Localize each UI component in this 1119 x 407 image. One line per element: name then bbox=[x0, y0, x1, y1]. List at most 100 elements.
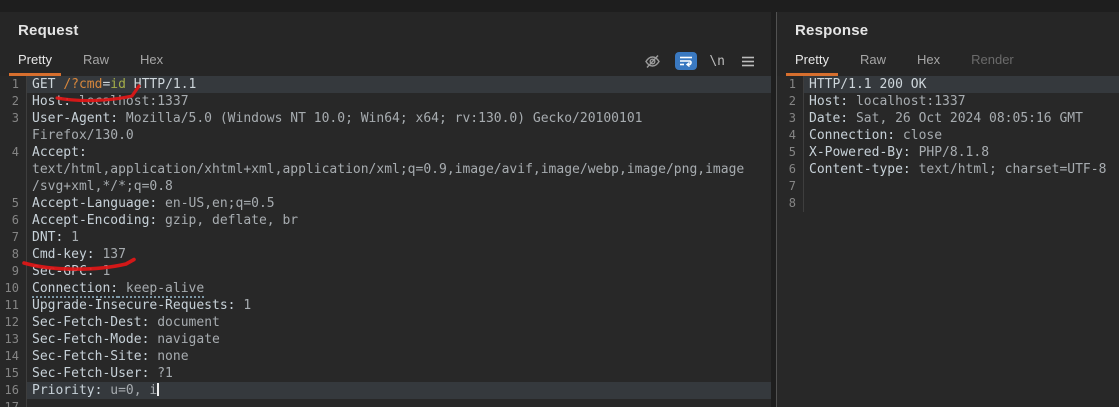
code-line: 7 bbox=[777, 178, 1119, 195]
code-line: 15 Sec-Fetch-User: ?1 bbox=[0, 365, 771, 382]
word-wrap-icon[interactable] bbox=[675, 52, 698, 70]
code-line: 2 Host: localhost:1337 bbox=[777, 93, 1119, 110]
line-content: Connection: close bbox=[809, 128, 943, 143]
code-line: text/html,application/xhtml+xml,applicat… bbox=[0, 161, 771, 178]
line-number: 14 bbox=[0, 348, 27, 365]
code-line: 17 bbox=[0, 399, 771, 407]
line-content bbox=[804, 195, 1119, 212]
line-number: 2 bbox=[777, 93, 804, 110]
code-line: 7 DNT: 1 bbox=[0, 229, 771, 246]
line-number bbox=[0, 178, 27, 195]
line-number: 12 bbox=[0, 314, 27, 331]
line-number: 9 bbox=[0, 263, 27, 280]
code-line: 5 X-Powered-By: PHP/8.1.8 bbox=[777, 144, 1119, 161]
code-line: 9 Sec-GPC: 1 bbox=[0, 263, 771, 280]
code-line: 12 Sec-Fetch-Dest: document bbox=[0, 314, 771, 331]
code-line: 2 Host: localhost:1337 bbox=[0, 93, 771, 110]
code-line: 14 Sec-Fetch-Site: none bbox=[0, 348, 771, 365]
tab-raw[interactable]: Raw bbox=[74, 48, 118, 76]
line-content: Priority: u=0, i bbox=[27, 382, 771, 399]
line-content: X-Powered-By: PHP/8.1.8 bbox=[809, 145, 990, 160]
line-number: 13 bbox=[0, 331, 27, 348]
line-content bbox=[804, 178, 1119, 195]
line-content: Sec-GPC: 1 bbox=[32, 264, 111, 279]
line-content: Host: localhost:1337 bbox=[809, 94, 966, 109]
request-header: Request Pretty Raw Hex \n bbox=[0, 12, 771, 76]
tab-hex[interactable]: Hex bbox=[131, 48, 172, 76]
line-content: Sec-Fetch-User: ?1 bbox=[32, 366, 173, 381]
code-line: 10 Connection: keep-alive bbox=[0, 280, 771, 298]
line-content: Accept-Encoding: gzip, deflate, br bbox=[32, 213, 299, 228]
line-number bbox=[0, 161, 27, 178]
code-line: 8 bbox=[777, 195, 1119, 212]
response-editor[interactable]: 1 HTTP/1.1 200 OK 2 Host: localhost:1337 3 Da… bbox=[777, 76, 1119, 407]
line-number: 17 bbox=[0, 399, 27, 407]
line-content bbox=[27, 399, 771, 407]
line-number: 7 bbox=[777, 178, 804, 195]
response-header: Response Pretty Raw Hex Render bbox=[777, 12, 1119, 76]
line-content: GET /?cmd=id HTTP/1.1 bbox=[27, 76, 771, 93]
line-content: Accept: bbox=[32, 145, 87, 160]
line-number: 8 bbox=[777, 195, 804, 212]
line-number: 8 bbox=[0, 246, 27, 263]
message-editor-split: Request Pretty Raw Hex \n 1 GET /?cmd=id… bbox=[0, 12, 1119, 407]
request-editor[interactable]: 1 GET /?cmd=id HTTP/1.1 2 Host: localhost:1… bbox=[0, 76, 771, 407]
code-line: 1 HTTP/1.1 200 OK bbox=[777, 76, 1119, 93]
response-title: Response bbox=[795, 22, 869, 39]
line-content: Content-type: text/html; charset=UTF-8 bbox=[809, 162, 1107, 177]
line-number: 11 bbox=[0, 297, 27, 314]
code-line: 6 Accept-Encoding: gzip, deflate, br bbox=[0, 212, 771, 229]
tab-pretty[interactable]: Pretty bbox=[9, 48, 61, 76]
line-number: 6 bbox=[0, 212, 27, 229]
code-line: 8 Cmd-key: 137 bbox=[0, 246, 771, 263]
newline-icon[interactable]: \n bbox=[709, 54, 725, 69]
line-content: text/html,application/xhtml+xml,applicat… bbox=[32, 162, 745, 177]
code-line: /svg+xml,*/*;q=0.8 bbox=[0, 178, 771, 195]
line-number: 3 bbox=[0, 110, 27, 127]
code-line: 3 User-Agent: Mozilla/5.0 (Windows NT 10.… bbox=[0, 110, 771, 127]
code-line: 5 Accept-Language: en-US,en;q=0.5 bbox=[0, 195, 771, 212]
line-number: 5 bbox=[777, 144, 804, 161]
code-line: 11 Upgrade-Insecure-Requests: 1 bbox=[0, 297, 771, 314]
line-number: 2 bbox=[0, 93, 27, 110]
menu-icon[interactable] bbox=[737, 52, 759, 70]
line-content: Sec-Fetch-Mode: navigate bbox=[32, 332, 220, 347]
line-number: 4 bbox=[0, 144, 27, 161]
hide-matches-icon[interactable] bbox=[641, 52, 663, 70]
line-content: DNT: 1 bbox=[32, 230, 79, 245]
code-line: 3 Date: Sat, 26 Oct 2024 08:05:16 GMT bbox=[777, 110, 1119, 127]
line-content: Connection: keep-alive bbox=[32, 281, 205, 298]
tab-pretty[interactable]: Pretty bbox=[786, 48, 838, 76]
line-number: 7 bbox=[0, 229, 27, 246]
request-title: Request bbox=[18, 22, 79, 39]
tab-raw[interactable]: Raw bbox=[851, 48, 895, 76]
line-content: Sec-Fetch-Site: none bbox=[32, 349, 189, 364]
response-tabs: Pretty Raw Hex Render bbox=[786, 48, 1036, 76]
code-line: Firefox/130.0 bbox=[0, 127, 771, 144]
line-content: /svg+xml,*/*;q=0.8 bbox=[32, 179, 173, 194]
request-panel: Request Pretty Raw Hex \n 1 GET /?cmd=id… bbox=[0, 12, 771, 407]
code-line: 16 Priority: u=0, i bbox=[0, 382, 771, 399]
line-content: Firefox/130.0 bbox=[32, 128, 134, 143]
text-caret bbox=[157, 383, 160, 396]
code-line: 1 GET /?cmd=id HTTP/1.1 bbox=[0, 76, 771, 93]
tab-render: Render bbox=[971, 52, 1014, 67]
line-number: 16 bbox=[0, 382, 27, 399]
line-content: Cmd-key: 137 bbox=[32, 247, 126, 262]
line-number: 3 bbox=[777, 110, 804, 127]
line-content: Upgrade-Insecure-Requests: 1 bbox=[32, 298, 252, 313]
request-toolbar: \n bbox=[641, 52, 759, 76]
line-content: Host: localhost:1337 bbox=[32, 94, 189, 109]
line-content: Sec-Fetch-Dest: document bbox=[32, 315, 220, 330]
code-line: 4 Connection: close bbox=[777, 127, 1119, 144]
code-line: 4 Accept: bbox=[0, 144, 771, 161]
line-content: User-Agent: Mozilla/5.0 (Windows NT 10.0… bbox=[32, 111, 643, 126]
code-line: 6 Content-type: text/html; charset=UTF-8 bbox=[777, 161, 1119, 178]
line-content: HTTP/1.1 200 OK bbox=[804, 76, 1119, 93]
tab-hex[interactable]: Hex bbox=[908, 48, 949, 76]
line-number bbox=[0, 127, 27, 144]
line-content: Accept-Language: en-US,en;q=0.5 bbox=[32, 196, 275, 211]
line-number: 1 bbox=[777, 76, 804, 93]
line-content: Date: Sat, 26 Oct 2024 08:05:16 GMT bbox=[809, 111, 1083, 126]
line-number: 1 bbox=[0, 76, 27, 93]
